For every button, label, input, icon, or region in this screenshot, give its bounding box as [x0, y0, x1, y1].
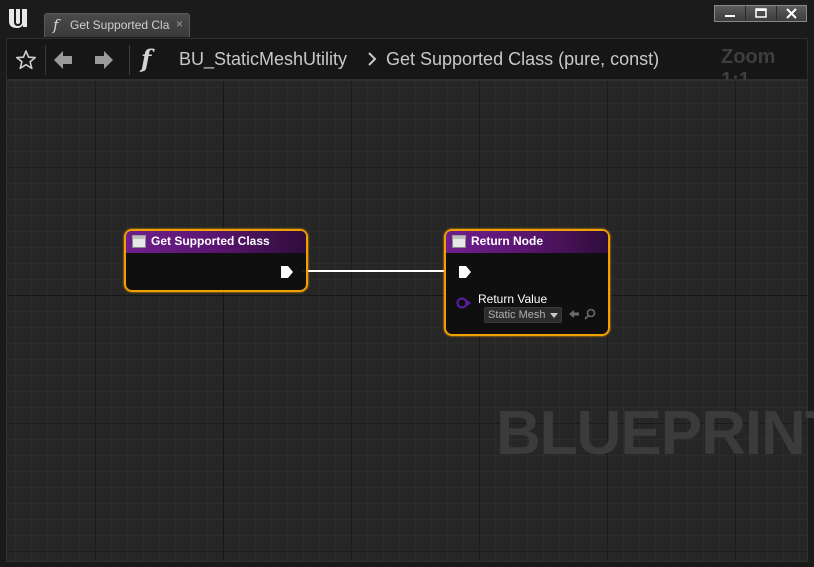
node-title: Get Supported Class [151, 234, 270, 248]
class-select-dropdown[interactable]: Static Mesh [484, 307, 562, 323]
return-value-label: Return Value [478, 292, 548, 306]
breadcrumb-function[interactable]: Get Supported Class (pure, const) [386, 49, 659, 70]
class-select-value: Static Mesh [488, 309, 546, 321]
close-icon [786, 8, 797, 19]
maximize-icon [755, 8, 767, 18]
breadcrumb-blueprint[interactable]: BU_StaticMeshUtility [179, 49, 347, 70]
node-header: Return Node [446, 231, 608, 253]
node-title: Return Node [471, 234, 543, 248]
minimize-icon [725, 15, 735, 17]
exec-wire[interactable] [302, 270, 444, 272]
use-selected-asset-icon[interactable] [568, 309, 580, 319]
unreal-logo-icon [9, 9, 27, 28]
close-button[interactable] [777, 6, 806, 21]
back-arrow-icon[interactable] [52, 49, 74, 71]
maximize-button[interactable] [746, 6, 777, 21]
blueprint-watermark: BLUEPRINT [496, 399, 814, 468]
toolbar-separator [45, 45, 46, 75]
exec-in-pin-icon[interactable] [458, 265, 472, 279]
browse-search-icon[interactable] [584, 308, 596, 320]
tab-label: Get Supported Clas [70, 18, 170, 32]
forward-arrow-icon[interactable] [93, 49, 115, 71]
function-icon: f [53, 16, 59, 34]
minimize-button[interactable] [715, 6, 746, 21]
graph-toolbar: f BU_StaticMeshUtility Get Supported Cla… [6, 38, 808, 91]
window-controls [714, 5, 807, 22]
star-icon[interactable] [15, 49, 37, 71]
function-node-icon [132, 235, 146, 248]
tab-close-icon[interactable]: × [176, 17, 183, 31]
chevron-down-icon [550, 313, 558, 318]
node-header: Get Supported Class [126, 231, 306, 253]
title-bar: f Get Supported Clas × [0, 0, 814, 38]
function-icon: f [141, 44, 152, 73]
return-node[interactable]: Return Node Return Value Static Mesh [444, 229, 610, 336]
toolbar-separator [129, 45, 130, 75]
function-node-icon [452, 235, 466, 248]
chevron-right-icon [368, 52, 377, 66]
blueprint-graph-canvas[interactable] [6, 80, 808, 562]
tab-get-supported-class[interactable]: f Get Supported Clas × [44, 13, 190, 37]
class-pin-icon[interactable] [456, 297, 472, 309]
function-entry-node[interactable]: Get Supported Class [124, 229, 308, 292]
exec-out-pin-icon[interactable] [280, 265, 294, 279]
